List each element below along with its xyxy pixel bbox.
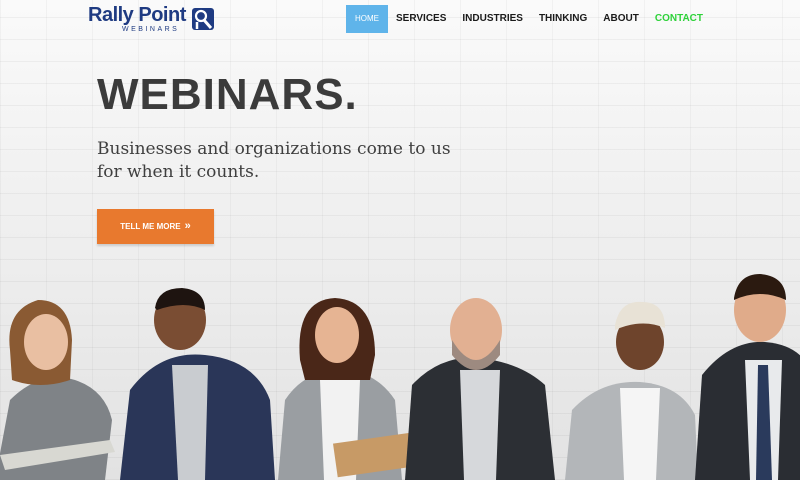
nav-home[interactable]: HOME (346, 5, 388, 33)
nav-industries[interactable]: INDUSTRIES (454, 5, 531, 33)
person-4 (405, 298, 555, 480)
person-6 (695, 274, 800, 480)
hero-subtitle: Businesses and organizations come to us … (97, 138, 457, 184)
person-1 (0, 300, 115, 480)
site-header: Rally Point WEBINARS HOME SERVICES INDUS… (0, 0, 800, 40)
main-nav: HOME SERVICES INDUSTRIES THINKING ABOUT … (346, 5, 711, 33)
nav-about[interactable]: ABOUT (595, 5, 647, 33)
hero-photo-people (0, 274, 800, 480)
logo-tagline: WEBINARS (122, 26, 180, 33)
logo-wordmark: Rally Point (88, 4, 186, 26)
hero-title: WEBINARS. (97, 70, 358, 119)
nav-contact[interactable]: CONTACT (647, 5, 711, 33)
double-chevron-right-icon: » (184, 220, 191, 232)
logo-mark-icon (192, 8, 214, 30)
hero-subtitle-line-2: for when it counts. (97, 162, 260, 182)
cta-label: TELL ME MORE (120, 222, 181, 231)
nav-services[interactable]: SERVICES (388, 5, 454, 33)
person-2 (120, 288, 275, 480)
tell-me-more-button[interactable]: TELL ME MORE » (97, 209, 214, 244)
person-5 (565, 301, 698, 480)
hero-subtitle-line-1: Businesses and organizations come to us (97, 139, 451, 159)
rally-point-logo[interactable]: Rally Point WEBINARS (88, 4, 228, 36)
nav-thinking[interactable]: THINKING (531, 5, 595, 33)
person-3 (278, 298, 415, 480)
